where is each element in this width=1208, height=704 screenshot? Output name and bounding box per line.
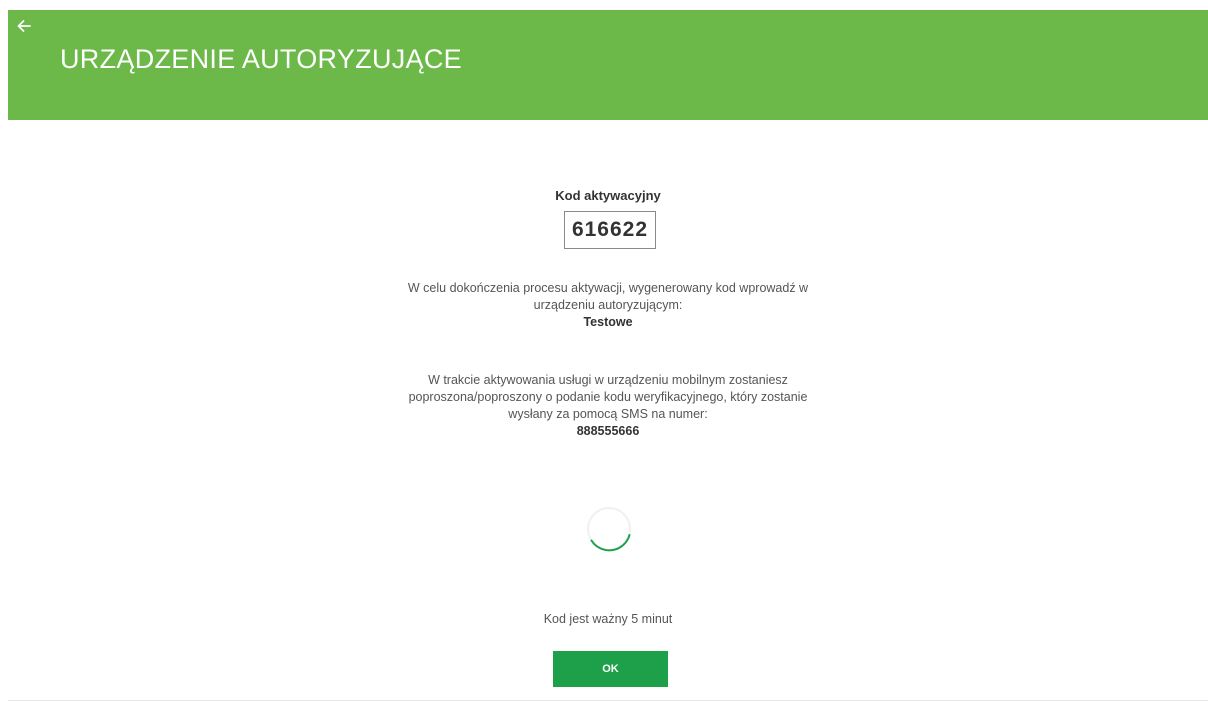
phone-number: 888555666: [576, 424, 640, 438]
instructions-line-2: urządzeniu autoryzującym:: [533, 298, 683, 312]
header-bar: URZĄDZENIE AUTORYZUJĄCE: [8, 10, 1208, 120]
activation-code-label: Kod aktywacyjny: [555, 188, 661, 203]
instructions-line-1: W celu dokończenia procesu aktywacji, wy…: [407, 281, 809, 295]
loading-spinner-icon: [587, 507, 631, 552]
sms-info-text: W trakcie aktywowania usługi w urządzeni…: [0, 372, 1208, 440]
bottom-divider: [8, 700, 1208, 701]
instructions-text: W celu dokończenia procesu aktywacji, wy…: [0, 280, 1208, 331]
sms-info-line-2: poproszona/poproszony o podanie kodu wer…: [408, 390, 808, 404]
back-button[interactable]: [12, 14, 36, 38]
sms-info-line-1: W trakcie aktywowania usługi w urządzeni…: [428, 373, 788, 387]
ok-button[interactable]: OK: [553, 651, 668, 687]
page: URZĄDZENIE AUTORYZUJĄCE Kod aktywacyjny …: [0, 0, 1208, 704]
device-name: Testowe: [583, 315, 633, 329]
arrow-left-icon: [17, 20, 31, 32]
sms-info-line-3: wysłany za pomocą SMS na numer:: [508, 407, 708, 421]
code-validity-text: Kod jest ważny 5 minut: [543, 612, 673, 626]
activation-code-box: 616622: [564, 211, 656, 249]
page-title: URZĄDZENIE AUTORYZUJĄCE: [60, 44, 462, 74]
